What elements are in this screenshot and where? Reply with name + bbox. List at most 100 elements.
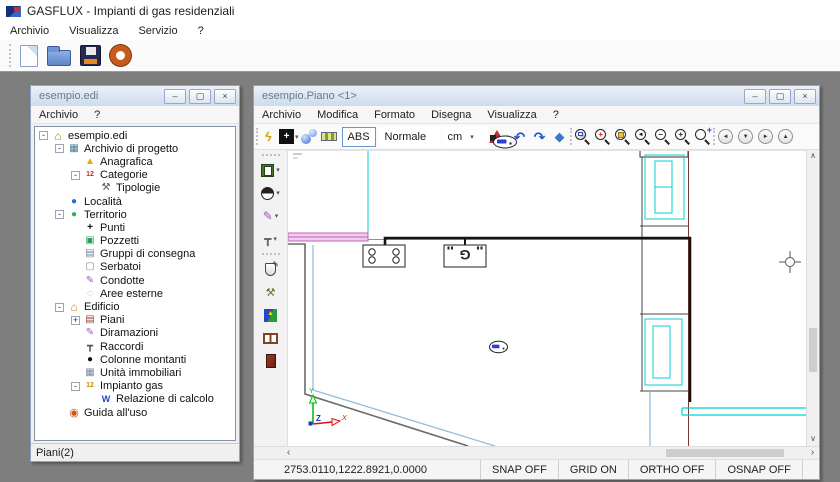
unit-combo[interactable]: cm▾ [442,127,488,147]
gas-meter-toolbar-symbol[interactable] [492,135,518,149]
tree-item-raccordi[interactable]: ┳Raccordi [36,340,235,353]
new-document-icon[interactable] [20,45,38,67]
tree-item-piani[interactable]: +▤Piani [36,314,235,327]
project-window-titlebar[interactable]: esempio.edi – ▢ × [31,86,239,106]
toolbar-grip[interactable] [262,154,280,156]
view-left-button[interactable]: ◄ [718,129,733,144]
horizontal-scroll-thumb[interactable] [666,449,784,457]
ortho-status[interactable]: ORTHO OFF [628,460,716,479]
menu-help[interactable]: ? [545,109,567,121]
regen-button[interactable]: ◆ [550,126,569,148]
open-folder-icon[interactable] [47,50,71,66]
redo-button[interactable]: ↷ [530,126,549,148]
tree-item-diramazioni[interactable]: ✎Diramazioni [36,327,235,340]
horizontal-scrollbar[interactable]: ‹ › [254,446,819,459]
worksite-tool-button[interactable]: ⚒ [256,282,286,302]
scroll-down-icon[interactable]: ∨ [807,433,819,446]
tree-item-anagrafica[interactable]: ▲Anagrafica [36,155,235,168]
tree-item-gruppi-di-consegna[interactable]: ▤Gruppi di consegna [36,248,235,261]
point-style-button[interactable]: +▾ [279,126,299,148]
menu-disegna[interactable]: Disegna [423,109,479,121]
tree-expander-minus[interactable]: - [39,131,48,140]
menu-archivio[interactable]: Archivio [0,25,59,37]
toolbar-grip[interactable] [9,44,11,67]
abs-toggle-button[interactable]: ABS [342,127,376,147]
room-tool-button[interactable]: ▾ [256,160,286,180]
menu-modifica[interactable]: Modifica [309,109,366,121]
materials-tool-button[interactable] [256,305,286,325]
tree-item-aree-esterne[interactable]: ◌Aree esterne [36,287,235,300]
object-snap-button[interactable] [300,126,319,148]
menu-help[interactable]: ? [86,109,108,121]
pan-button[interactable]: + [693,126,712,148]
tree-item-punti[interactable]: +Punti [36,221,235,234]
tree-item-esempio-edi[interactable]: -⌂esempio.edi [36,129,235,142]
project-tree[interactable]: -⌂esempio.edi-▦Archivio di progetto▲Anag… [34,126,236,441]
tree-item-edificio[interactable]: -⌂Edificio [36,300,235,313]
tree-item-guida-all-uso[interactable]: ◉Guida all'uso [36,406,235,419]
tree-item-colonne-montanti[interactable]: ●Colonne montanti [36,353,235,366]
menu-visualizza[interactable]: Visualizza [479,109,544,121]
zoom-out-button[interactable]: − [653,126,672,148]
scroll-left-icon[interactable]: ‹ [282,447,295,459]
zoom-previous-button[interactable]: ◄ [633,126,652,148]
tree-item-unit-immobiliari[interactable]: ▦Unità immobiliari [36,366,235,379]
scroll-up-icon[interactable]: ∧ [807,150,819,163]
column-tool-button[interactable]: ▾ [256,183,286,203]
tree-expander-minus[interactable]: - [55,303,64,312]
zoom-dynamic-button[interactable]: + [593,126,612,148]
tree-item-relazione-di-calcolo[interactable]: WRelazione di calcolo [36,393,235,406]
toolbar-grip[interactable] [256,128,258,145]
save-floppy-icon[interactable] [80,45,101,66]
plan-window-titlebar[interactable]: esempio.Piano <1> – ▢ × [254,86,819,106]
window-tool-button[interactable] [256,328,286,348]
toolbar-grip[interactable] [570,128,572,145]
toolbar-grip[interactable] [262,253,280,255]
maximize-button[interactable]: ▢ [769,89,791,104]
tree-expander-minus[interactable]: - [55,144,64,153]
grid-status[interactable]: GRID ON [558,460,628,479]
tree-expander-plus[interactable]: + [71,316,80,325]
measure-button[interactable] [320,126,339,148]
tree-item-categorie[interactable]: -12Categorie [36,169,235,182]
view-right-button[interactable]: ► [758,129,773,144]
fitting-tool-button[interactable]: ┳▾ [256,229,286,249]
close-button[interactable]: × [794,89,816,104]
scroll-right-icon[interactable]: › [806,447,819,459]
zoom-in-button[interactable]: + [673,126,692,148]
menu-help[interactable]: ? [188,25,214,37]
close-button[interactable]: × [214,89,236,104]
tree-item-serbatoi[interactable]: ▢Serbatoi [36,261,235,274]
tree-item-impianto-gas[interactable]: -12Impianto gas [36,380,235,393]
vertical-scrollbar[interactable]: ∧ ∨ [806,150,819,446]
tree-expander-minus[interactable]: - [71,382,80,391]
pipe-tool-button[interactable]: ✎▾ [256,206,286,226]
osnap-status[interactable]: OSNAP OFF [715,460,801,479]
door-tool-button[interactable] [256,351,286,371]
sketch-tool-button[interactable]: ϟ [259,126,278,148]
menu-servizio[interactable]: Servizio [128,25,187,37]
zoom-all-button[interactable] [613,126,632,148]
vertical-scroll-thumb[interactable] [809,328,817,372]
minimize-button[interactable]: – [164,89,186,104]
maximize-button[interactable]: ▢ [189,89,211,104]
minimize-button[interactable]: – [744,89,766,104]
style-combo[interactable]: Normale [379,127,441,147]
tree-item-pozzetti[interactable]: ▣Pozzetti [36,235,235,248]
verify-tool-button[interactable] [256,259,286,279]
tree-item-condotte[interactable]: ✎Condotte [36,274,235,287]
menu-visualizza[interactable]: Visualizza [59,25,128,37]
view-up-button[interactable]: ▲ [778,129,793,144]
zoom-window-button[interactable] [573,126,592,148]
menu-archivio[interactable]: Archivio [254,109,309,121]
toolbar-grip[interactable] [713,128,715,145]
tree-expander-minus[interactable]: - [55,210,64,219]
tree-item-localit[interactable]: ●Località [36,195,235,208]
drawing-canvas[interactable]: G Y [288,150,806,446]
tree-item-archivio-di-progetto[interactable]: -▦Archivio di progetto [36,142,235,155]
tree-expander-minus[interactable]: - [71,171,80,180]
tree-item-tipologie[interactable]: ⚒Tipologie [36,182,235,195]
view-down-button[interactable]: ▼ [738,129,753,144]
snap-status[interactable]: SNAP OFF [480,460,558,479]
help-lifesaver-icon[interactable] [110,45,131,66]
